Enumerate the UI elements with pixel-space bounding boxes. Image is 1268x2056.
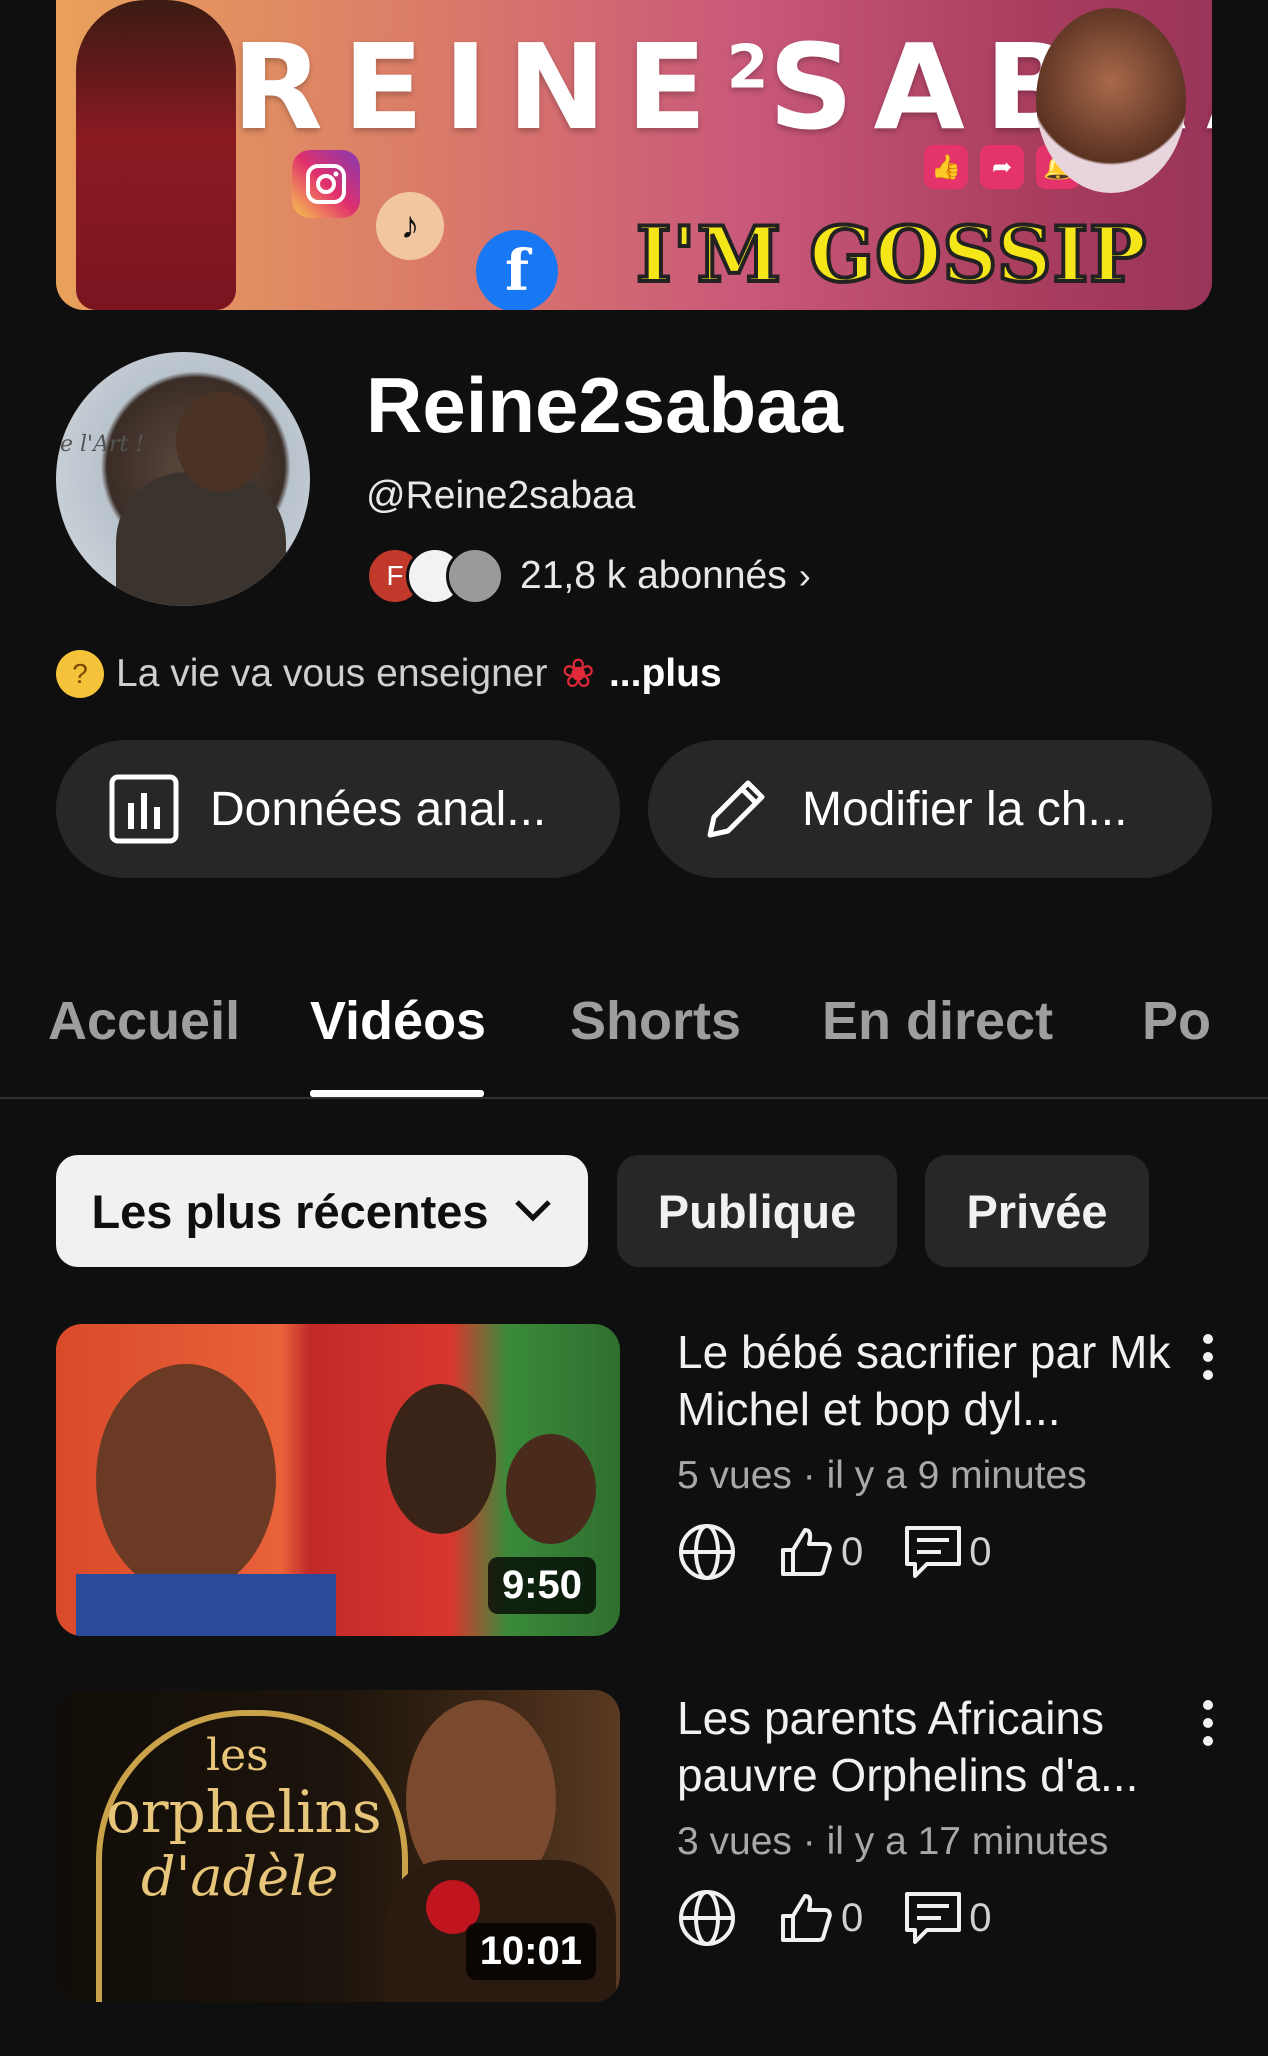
sort-dropdown[interactable]: Les plus récentes	[56, 1155, 588, 1267]
channel-handle: @Reine2sabaa	[366, 474, 636, 517]
video-duration: 9:50	[487, 1557, 596, 1614]
facebook-icon: f	[476, 230, 558, 310]
video-title[interactable]: Le bébé sacrifier par Mk Michel et bop d…	[677, 1324, 1197, 1438]
thumbnail-text: les	[206, 1730, 269, 1781]
subscribers-row[interactable]: F 21,8 k abonnés ›	[366, 547, 811, 605]
more-options-icon[interactable]	[1196, 1334, 1220, 1380]
like-icon	[777, 1890, 833, 1946]
description-text: La vie va vous enseigner	[116, 652, 548, 695]
analytics-label: Données anal...	[210, 782, 547, 836]
edit-channel-button[interactable]: Modifier la ch...	[648, 740, 1212, 878]
video-thumbnail[interactable]: les orphelins d'adèle 10:01	[56, 1690, 620, 2002]
tab-live[interactable]: En direct	[822, 990, 1053, 1052]
channel-name: Reine2sabaa	[366, 361, 843, 449]
more-options-icon[interactable]	[1196, 1700, 1220, 1746]
tab-shorts[interactable]: Shorts	[570, 990, 741, 1052]
thumbnail-text: orphelins	[106, 1778, 382, 1846]
analytics-button[interactable]: Données anal...	[56, 740, 620, 878]
comment-count: 0	[969, 1529, 992, 1574]
tab-posts[interactable]: Po	[1142, 990, 1211, 1052]
video-stats: 0 0	[677, 1520, 992, 1584]
video-thumbnail[interactable]: 9:50	[56, 1324, 620, 1636]
comment-icon	[903, 1524, 963, 1580]
tiktok-icon: ♪	[376, 192, 444, 260]
banner-person-right	[1036, 8, 1186, 193]
globe-icon	[677, 1888, 737, 1948]
thinking-emoji-icon: ?	[56, 650, 104, 698]
analytics-icon	[108, 773, 180, 845]
chevron-right-icon: ›	[798, 555, 811, 596]
channel-description[interactable]: ? La vie va vous enseigner ❀ ...plus	[56, 650, 722, 698]
sort-label: Les plus récentes	[91, 1184, 489, 1238]
like-icon	[777, 1524, 833, 1580]
like-count: 0	[841, 1529, 864, 1574]
filter-private-chip[interactable]: Privée	[925, 1155, 1149, 1267]
video-title[interactable]: Les parents Africains pauvre Orphelins d…	[677, 1690, 1197, 1804]
chevron-down-icon	[513, 1198, 553, 1224]
filter-public-chip[interactable]: Publique	[617, 1155, 897, 1267]
comment-icon	[903, 1890, 963, 1946]
video-duration: 10:01	[465, 1923, 596, 1980]
pencil-icon	[700, 773, 772, 845]
active-tab-indicator	[310, 1090, 484, 1097]
tab-home[interactable]: Accueil	[48, 990, 240, 1052]
description-more-link[interactable]: ...plus	[609, 652, 722, 696]
tab-videos[interactable]: Vidéos	[310, 990, 486, 1052]
channel-banner: REINE2SABAA ♪ f 👍 ➦ 🔔 I'M GOSSIP GIRL	[56, 0, 1212, 310]
comment-count: 0	[969, 1895, 992, 1940]
channel-avatar[interactable]: e l'Art !	[56, 352, 310, 606]
subscriber-avatar	[446, 547, 504, 605]
instagram-icon	[292, 150, 360, 218]
channel-tabs: Accueil Vidéos Shorts En direct Po	[0, 960, 1268, 1099]
globe-icon	[677, 1522, 737, 1582]
banner-person-left	[76, 0, 236, 310]
edit-channel-label: Modifier la ch...	[802, 782, 1128, 836]
avatar-text: e l'Art !	[60, 432, 145, 457]
video-meta: 3 vues · il y a 17 minutes	[677, 1820, 1109, 1863]
rose-icon: ❀	[561, 652, 595, 696]
subscriber-count: 21,8 k abonnés	[520, 554, 787, 597]
like-icon: 👍	[924, 145, 968, 189]
video-meta: 5 vues · il y a 9 minutes	[677, 1454, 1087, 1497]
banner-tagline: I'M GOSSIP GIRL	[634, 208, 1148, 310]
thumbnail-text: d'adèle	[141, 1845, 339, 1908]
video-stats: 0 0	[677, 1886, 992, 1950]
like-count: 0	[841, 1895, 864, 1940]
share-icon: ➦	[980, 145, 1024, 189]
